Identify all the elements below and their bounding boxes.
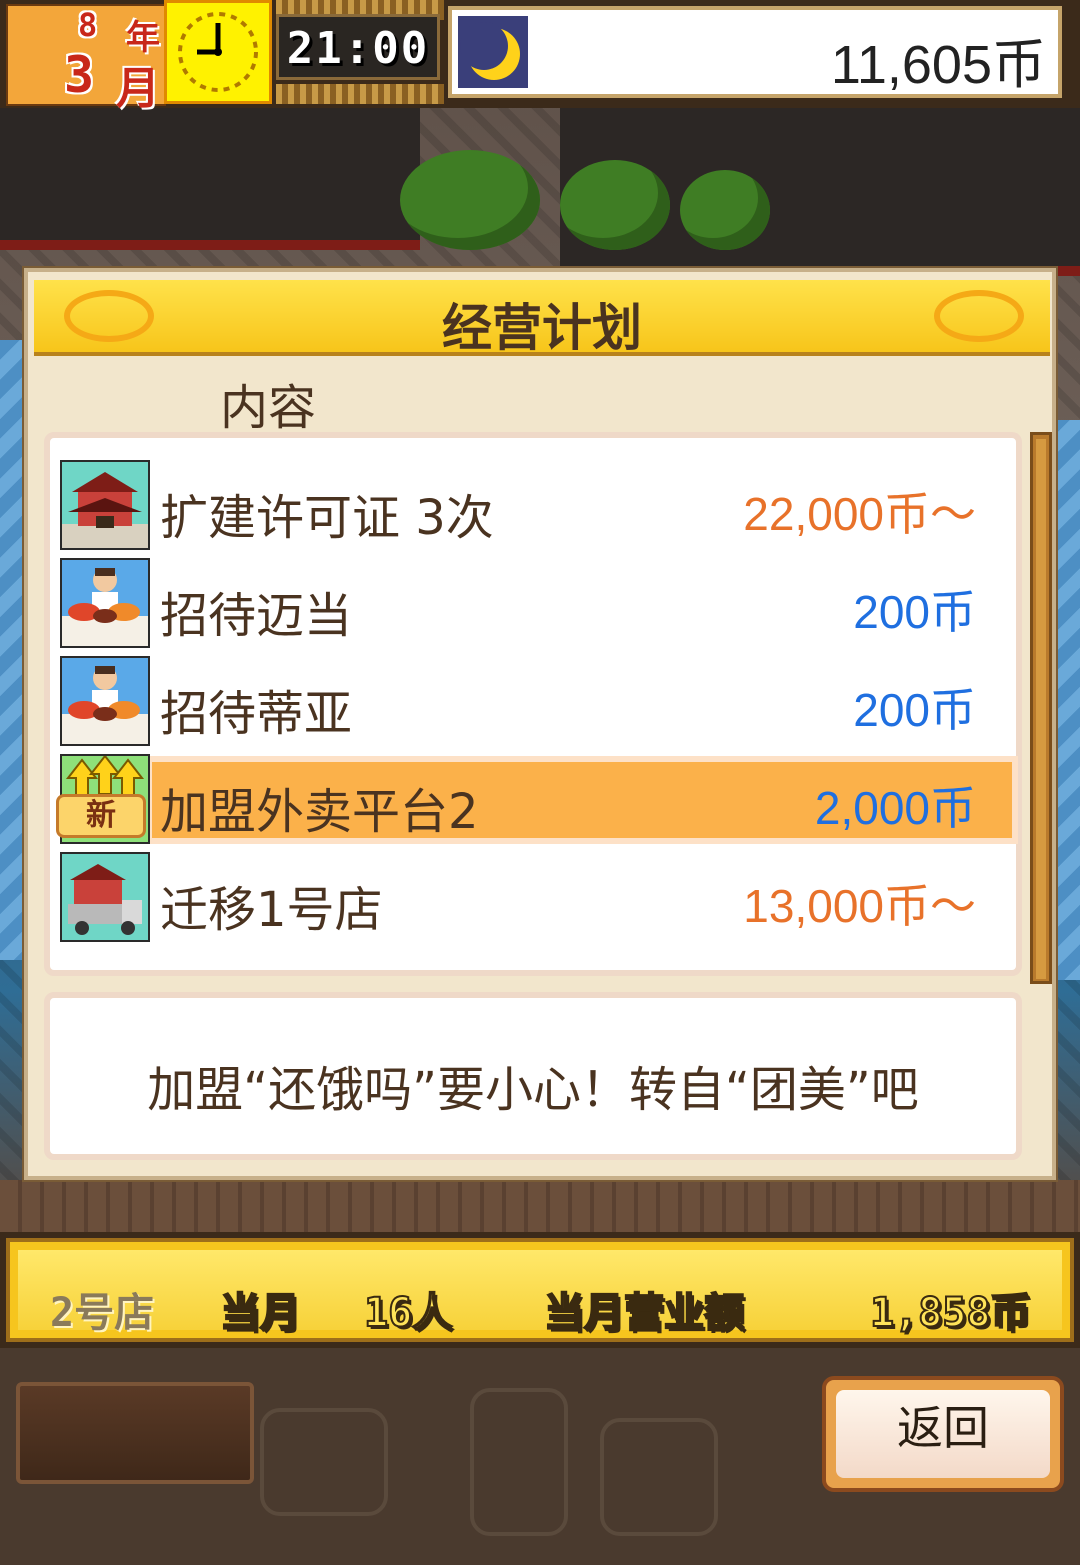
item-price: 13,000币〜 (743, 880, 976, 932)
item-label: 加盟外卖平台2 (160, 784, 479, 840)
money-panel: 11,605币 (448, 6, 1062, 98)
plan-list: 扩建许可证 3次 22,000币〜 招待迈当 200币 招待蒂亚 200币 新 … (44, 432, 1022, 976)
store-name: 2号店 (50, 1290, 155, 1336)
management-plan-panel: 经营计划 内容 扩建许可证 3次 22,000币〜 招待迈当 200币 招待蒂亚… (24, 268, 1056, 1180)
bottom-area: 返回 (0, 1348, 1080, 1565)
decorative-border (276, 84, 444, 104)
list-item[interactable]: 招待蒂亚 200币 (60, 656, 1012, 748)
item-price: 2,000币 (814, 782, 976, 834)
panel-title-bar: 经营计划 (34, 280, 1050, 357)
revenue-amount: 1,858币 (869, 1289, 1031, 1337)
item-price: 200币 (853, 586, 976, 638)
moving-truck-icon (60, 852, 150, 942)
list-scrollbar[interactable] (1030, 432, 1052, 984)
status-inner: 2号店 当月 16人 当月营业额 1,858币 (18, 1250, 1062, 1337)
chef-feast-icon (60, 558, 150, 648)
status-frame: 2号店 当月 16人 当月营业额 1,858币 (6, 1238, 1074, 1342)
list-item[interactable]: 迁移1号店 13,000币〜 (60, 852, 1012, 944)
back-button[interactable]: 返回 (822, 1376, 1064, 1492)
building-roof (0, 100, 420, 250)
tree (680, 170, 770, 250)
section-label: 内容 (220, 380, 317, 436)
item-label: 招待迈当 (160, 588, 353, 644)
ghost-decoration (260, 1408, 388, 1516)
month-label: 当月 (219, 1289, 301, 1337)
year-number: 8 (78, 6, 98, 44)
list-item-selected[interactable]: 新 加盟外卖平台2 2,000币 (56, 754, 1012, 846)
item-price: 200币 (853, 684, 976, 736)
building-icon (60, 460, 150, 550)
moon-icon (458, 16, 528, 88)
list-item[interactable]: 招待迈当 200币 (60, 558, 1012, 650)
ghost-decoration (600, 1418, 718, 1536)
back-button-label: 返回 (836, 1390, 1050, 1478)
chef-feast-icon (60, 656, 150, 746)
time-display: 21:00 (276, 14, 440, 80)
store-status-bar: 2号店 当月 16人 当月营业额 1,858币 (0, 1232, 1080, 1348)
scrollbar-thumb[interactable] (1036, 439, 1046, 979)
clock-icon (164, 0, 272, 104)
item-label: 迁移1号店 (160, 882, 383, 938)
item-label: 招待蒂亚 (160, 686, 353, 742)
list-item[interactable]: 扩建许可证 3次 22,000币〜 (60, 460, 1012, 552)
money-amount: 11,605币 (830, 35, 1046, 95)
top-status-bar: 8 年 3 月 21:00 11,605币 (0, 0, 1080, 114)
new-badge: 新 (56, 794, 146, 838)
panel-title: 经营计划 (442, 299, 642, 357)
ghost-decoration (470, 1388, 568, 1536)
item-label: 扩建许可证 3次 (160, 490, 494, 546)
description-box: 加盟“还饿吗”要小心！转自“团美”吧 (44, 992, 1022, 1160)
date-display: 8 年 3 月 (6, 4, 166, 114)
tree (400, 150, 540, 250)
blank-button[interactable] (16, 1382, 254, 1484)
time-text: 21:00 (286, 23, 430, 74)
month-unit: 月 (116, 63, 160, 114)
revenue-label: 当月营业额 (543, 1289, 745, 1337)
customer-count: 16人 (363, 1289, 453, 1337)
month-number: 3 (64, 46, 95, 104)
tree (560, 160, 670, 250)
wooden-deck (0, 1180, 1080, 1240)
description-text: 加盟“还饿吗”要小心！转自“团美”吧 (147, 1062, 919, 1118)
item-price: 22,000币〜 (743, 488, 976, 540)
